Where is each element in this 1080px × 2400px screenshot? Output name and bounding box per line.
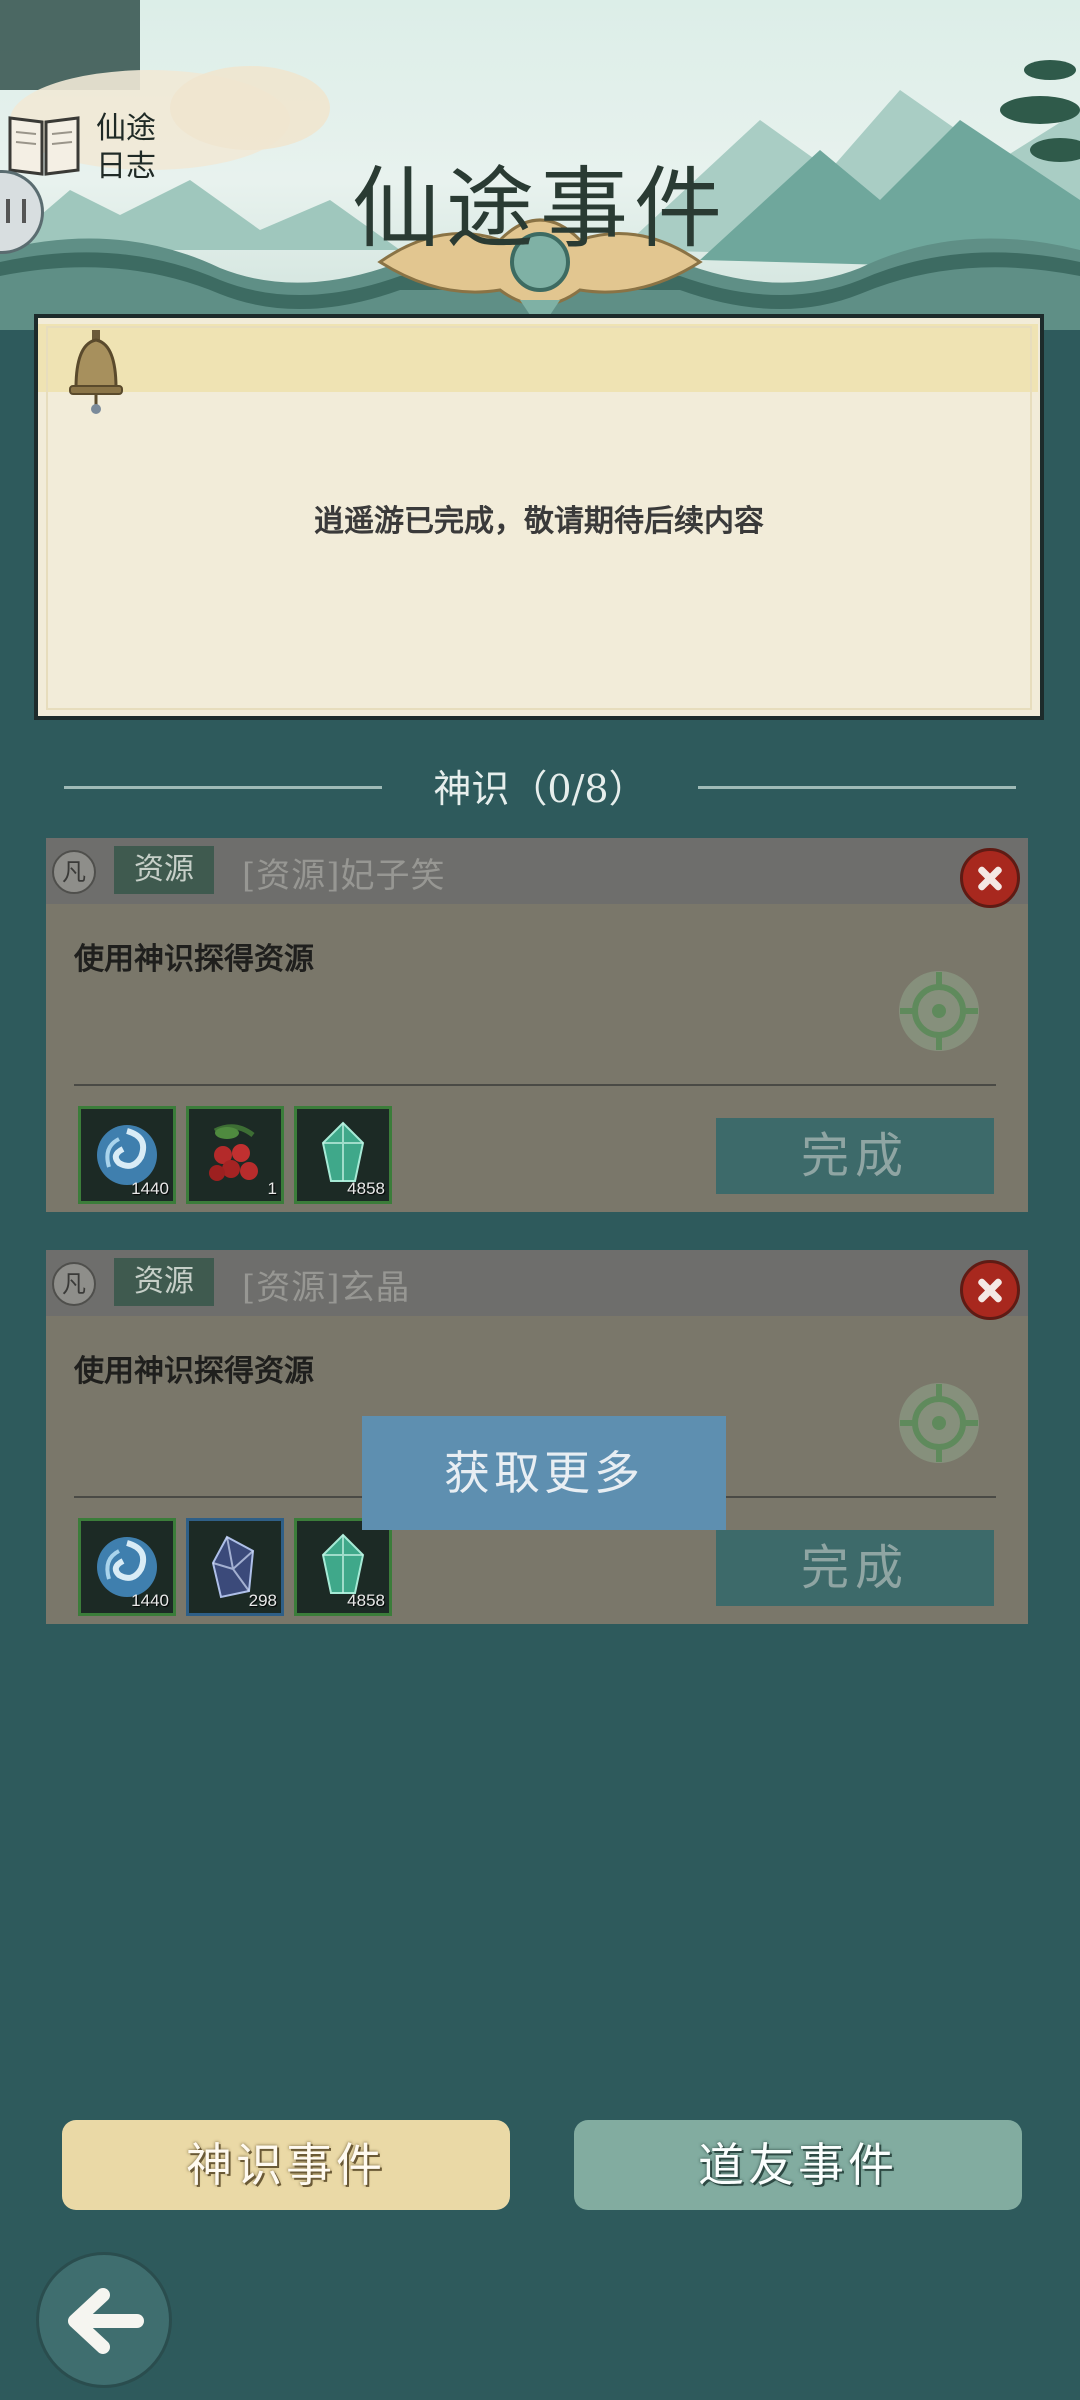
reward-slot[interactable]: 1440	[78, 1518, 176, 1616]
reward-slot[interactable]: 1440	[78, 1106, 176, 1204]
target-locate-icon[interactable]	[894, 1378, 984, 1468]
section-title: 神识（0/8）	[433, 767, 647, 811]
close-event-button[interactable]	[960, 1260, 1020, 1320]
tab-friend-events[interactable]: 道友事件	[574, 2120, 1022, 2210]
bell-icon	[69, 330, 123, 414]
tab-spirit-events[interactable]: 神识事件	[62, 2120, 510, 2210]
reward-count: 1440	[131, 1179, 169, 1198]
reward-count: 1440	[131, 1591, 169, 1610]
card-divider	[74, 1084, 996, 1086]
reward-slot[interactable]: 1	[186, 1106, 284, 1204]
reward-count: 298	[248, 1591, 277, 1610]
event-type-tag: 资源	[114, 846, 214, 894]
close-event-button[interactable]	[960, 848, 1020, 908]
event-name: [资源]妃子笑	[242, 856, 446, 896]
rank-badge: 凡	[52, 1262, 96, 1306]
notice-text: 逍遥游已完成，敬请期待后续内容	[314, 504, 764, 539]
complete-button[interactable]: 完成	[716, 1118, 994, 1194]
event-type-tag: 资源	[114, 1258, 214, 1306]
reward-count: 1	[267, 1179, 277, 1198]
reward-count: 4858	[347, 1591, 385, 1610]
target-locate-icon[interactable]	[894, 966, 984, 1056]
event-card: 凡 资源 [资源]妃子笑 使用神识探得资源 1440 1 4858 完成	[46, 838, 1028, 1212]
event-name: [资源]玄晶	[242, 1268, 411, 1308]
arrow-left-icon	[68, 2288, 144, 2354]
event-card-header: 凡 资源 [资源]妃子笑	[46, 838, 1028, 908]
complete-button[interactable]: 完成	[716, 1530, 994, 1606]
event-card-header: 凡 资源 [资源]玄晶	[46, 1250, 1028, 1320]
red-berries-icon	[209, 1124, 258, 1181]
reward-slot[interactable]: 4858	[294, 1106, 392, 1204]
toast-get-more[interactable]: 获取更多	[362, 1416, 726, 1530]
rank-badge: 凡	[52, 850, 96, 894]
reward-count: 4858	[347, 1179, 385, 1198]
back-button[interactable]	[36, 2252, 172, 2388]
reward-slot[interactable]: 298	[186, 1518, 284, 1616]
event-description: 使用神识探得资源	[74, 942, 314, 977]
reward-slot[interactable]: 4858	[294, 1518, 392, 1616]
event-description: 使用神识探得资源	[74, 1354, 314, 1389]
page-title: 仙途事件	[351, 157, 728, 260]
